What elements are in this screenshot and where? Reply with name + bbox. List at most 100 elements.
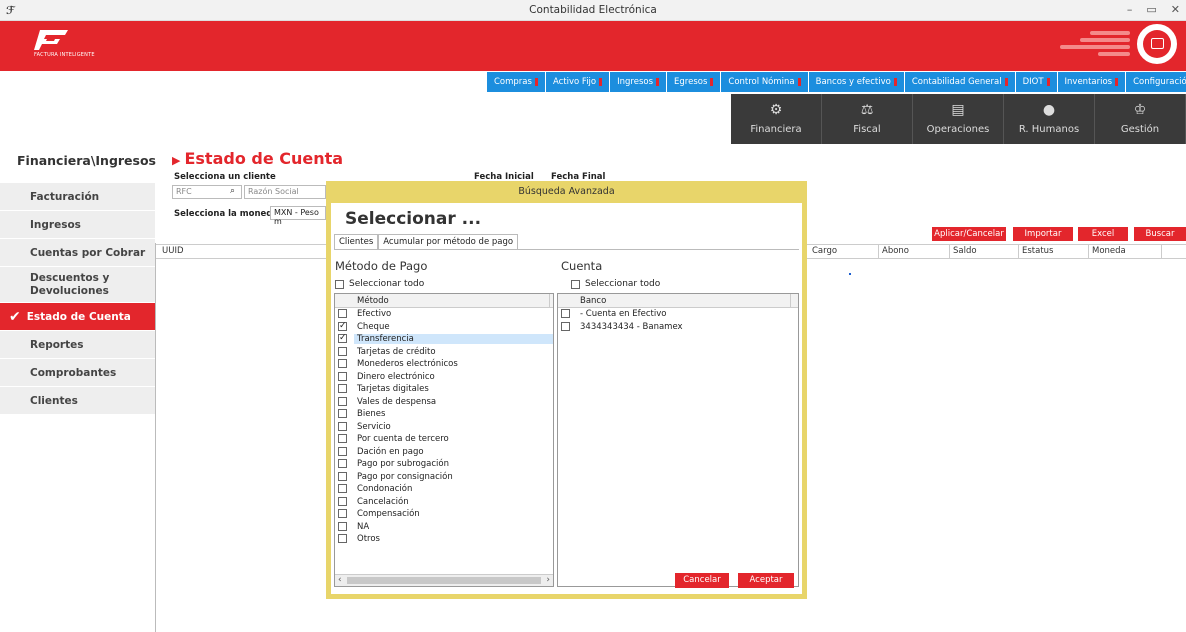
checkbox[interactable]: [338, 346, 347, 356]
horizontal-scrollbar[interactable]: ‹ ›: [335, 574, 553, 586]
sidebar-item-descuentos[interactable]: Descuentos y Devoluciones: [0, 267, 155, 303]
checkbox[interactable]: [335, 279, 344, 289]
select-all-metodos[interactable]: Seleccionar todo: [335, 279, 424, 289]
col-abono[interactable]: Abono: [882, 246, 909, 256]
buscar-button[interactable]: Buscar: [1134, 227, 1186, 241]
tab-acumular-metodo-pago[interactable]: Acumular por método de pago: [378, 234, 519, 250]
cancelar-button[interactable]: Cancelar: [675, 573, 729, 588]
metodo-row[interactable]: Efectivo: [335, 308, 553, 321]
checkbox[interactable]: [338, 459, 347, 468]
cuenta-title: Cuenta: [561, 259, 603, 273]
metodo-row[interactable]: Dinero electrónico: [335, 371, 553, 384]
metodo-row[interactable]: Bienes: [335, 408, 553, 421]
checked-checkbox[interactable]: ✓: [338, 334, 347, 343]
metodo-row[interactable]: Tarjetas de crédito: [335, 346, 553, 359]
checkbox[interactable]: [338, 471, 347, 481]
sidebar-item-reportes[interactable]: Reportes: [0, 331, 155, 359]
menu-egresos[interactable]: Egresos: [667, 72, 721, 92]
checkbox[interactable]: [338, 421, 347, 431]
sidebar-item-cuentas-por-cobrar[interactable]: Cuentas por Cobrar: [0, 239, 155, 267]
col-estatus[interactable]: Estatus: [1022, 246, 1054, 256]
menu-activo-fijo[interactable]: Activo Fijo: [545, 72, 610, 92]
metodo-row-label: NA: [357, 521, 370, 532]
metodo-row[interactable]: Por cuenta de tercero: [335, 433, 553, 446]
module-operaciones[interactable]: ▤ Operaciones: [913, 94, 1004, 144]
loading-dot: [849, 273, 851, 275]
metodo-row[interactable]: Compensación: [335, 508, 553, 521]
banco-row[interactable]: 3434343434 - Banamex: [558, 321, 798, 334]
module-gestion[interactable]: ♔ Gestión: [1095, 94, 1186, 144]
aplicar-cancelar-button[interactable]: Aplicar/Cancelar: [932, 227, 1006, 241]
metodo-row[interactable]: ✓ Transferencia: [335, 333, 553, 346]
razon-social-input[interactable]: Razón Social: [244, 185, 326, 199]
checkbox[interactable]: [338, 384, 347, 393]
scroll-left-icon[interactable]: ‹: [338, 575, 342, 585]
metodo-row[interactable]: Monederos electrónicos: [335, 358, 553, 371]
checkbox[interactable]: [338, 509, 347, 518]
module-fiscal[interactable]: ⚖ Fiscal: [822, 94, 913, 144]
checkbox[interactable]: [338, 396, 347, 406]
sidebar-item-estado-de-cuenta[interactable]: ✔ Estado de Cuenta: [0, 303, 155, 331]
checkbox[interactable]: [561, 321, 570, 331]
minimize-icon[interactable]: –: [1127, 3, 1133, 16]
checkbox[interactable]: [338, 484, 347, 493]
avatar[interactable]: [1137, 24, 1177, 64]
checkbox[interactable]: [338, 521, 347, 531]
sidebar-item-comprobantes[interactable]: Comprobantes: [0, 359, 155, 387]
menu-configuracion[interactable]: Configuración: [1126, 72, 1186, 92]
menu-compras[interactable]: Compras: [487, 72, 545, 92]
maximize-icon[interactable]: ▭: [1146, 3, 1156, 16]
currency-select[interactable]: MXN - Peso m: [270, 206, 326, 226]
checkbox[interactable]: [338, 409, 347, 418]
metodo-header[interactable]: Método: [357, 296, 389, 306]
menu-control-nomina[interactable]: Control Nómina: [721, 72, 808, 92]
metodo-row[interactable]: ✓ Cheque: [335, 321, 553, 334]
metodo-row[interactable]: Vales de despensa: [335, 396, 553, 409]
aceptar-button[interactable]: Aceptar: [738, 573, 794, 588]
module-rhumanos[interactable]: ● R. Humanos: [1004, 94, 1095, 144]
banco-header[interactable]: Banco: [580, 296, 606, 306]
metodo-row[interactable]: Tarjetas digitales: [335, 383, 553, 396]
checkbox[interactable]: [338, 434, 347, 443]
col-saldo[interactable]: Saldo: [953, 246, 977, 256]
metodo-row[interactable]: Cancelación: [335, 496, 553, 509]
scroll-right-icon[interactable]: ›: [546, 575, 550, 585]
metodo-row-label: Cheque: [357, 321, 390, 332]
col-moneda[interactable]: Moneda: [1092, 246, 1126, 256]
checkbox[interactable]: [571, 279, 580, 289]
checkbox[interactable]: [338, 359, 347, 368]
col-uuid[interactable]: UUID: [162, 246, 184, 256]
checkbox[interactable]: [338, 496, 347, 506]
importar-button[interactable]: Importar: [1013, 227, 1073, 241]
tab-clientes[interactable]: Clientes: [334, 234, 379, 250]
module-financiera[interactable]: ⚙ Financiera: [731, 94, 822, 144]
menu-ingresos[interactable]: Ingresos: [610, 72, 667, 92]
menu-contabilidad-general[interactable]: Contabilidad General: [904, 72, 1015, 92]
col-cargo[interactable]: Cargo: [812, 246, 837, 256]
search-icon[interactable]: ⌕: [230, 186, 235, 196]
sidebar-item-ingresos[interactable]: Ingresos: [0, 211, 155, 239]
metodo-row[interactable]: Condonación: [335, 483, 553, 496]
menu-bancos[interactable]: Bancos y efectivo: [808, 72, 904, 92]
metodo-row[interactable]: Otros: [335, 533, 553, 546]
menu-inventarios[interactable]: Inventarios: [1057, 72, 1126, 92]
sidebar-item-facturacion[interactable]: Facturación: [0, 183, 155, 211]
metodo-row[interactable]: NA: [335, 521, 553, 534]
checkbox[interactable]: [338, 371, 347, 381]
select-all-cuentas[interactable]: Seleccionar todo: [571, 279, 660, 289]
close-icon[interactable]: ✕: [1171, 3, 1180, 16]
metodo-row[interactable]: Pago por consignación: [335, 471, 553, 484]
checkbox[interactable]: [338, 534, 347, 543]
excel-button[interactable]: Excel: [1078, 227, 1128, 241]
menu-diot[interactable]: DIOT: [1015, 72, 1057, 92]
metodo-row[interactable]: Dación en pago: [335, 446, 553, 459]
sidebar-item-clientes[interactable]: Clientes: [0, 387, 155, 415]
metodo-row[interactable]: Servicio: [335, 421, 553, 434]
module-tiles: ⚙ Financiera ⚖ Fiscal ▤ Operaciones ● R. Hum…: [731, 94, 1186, 144]
checked-checkbox[interactable]: ✓: [338, 321, 347, 331]
checkbox[interactable]: [338, 446, 347, 456]
checkbox[interactable]: [561, 309, 570, 318]
banco-row[interactable]: - Cuenta en Efectivo: [558, 308, 798, 321]
metodo-row[interactable]: Pago por subrogación: [335, 458, 553, 471]
checkbox[interactable]: [338, 309, 347, 318]
